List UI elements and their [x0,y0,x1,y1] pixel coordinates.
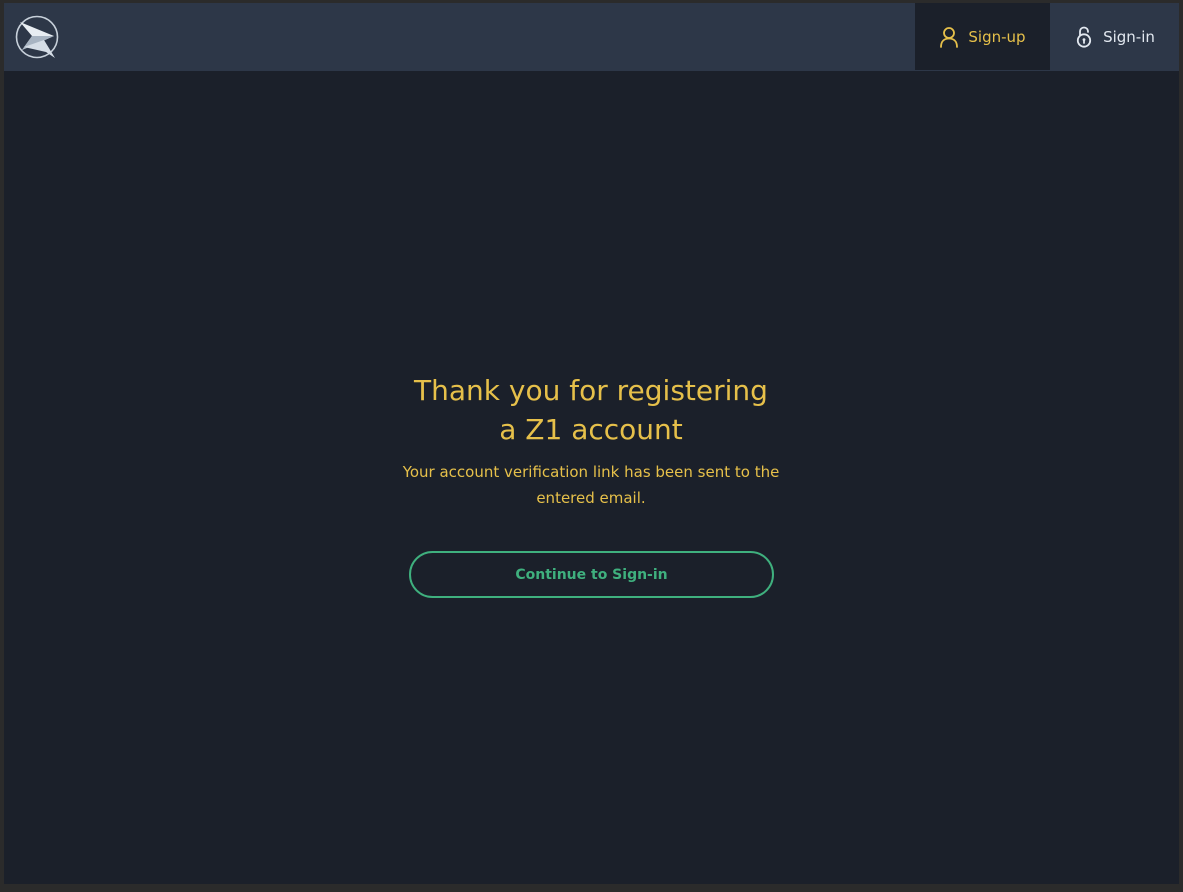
confirmation-message: Your account verification link has been … [391,459,791,511]
registration-confirmation: Thank you for registering a Z1 account Y… [4,3,1179,884]
app-window: Sign-up Sign-in Thank you for registerin… [4,3,1179,884]
confirmation-title-line-1: Thank you for registering [414,374,768,407]
continue-to-signin-button[interactable]: Continue to Sign-in [409,551,774,598]
confirmation-message-line-2: entered email. [536,489,646,507]
confirmation-message-line-1: Your account verification link has been … [402,463,780,481]
confirmation-title: Thank you for registering a Z1 account [391,371,791,449]
confirmation-title-line-2: a Z1 account [499,413,683,446]
